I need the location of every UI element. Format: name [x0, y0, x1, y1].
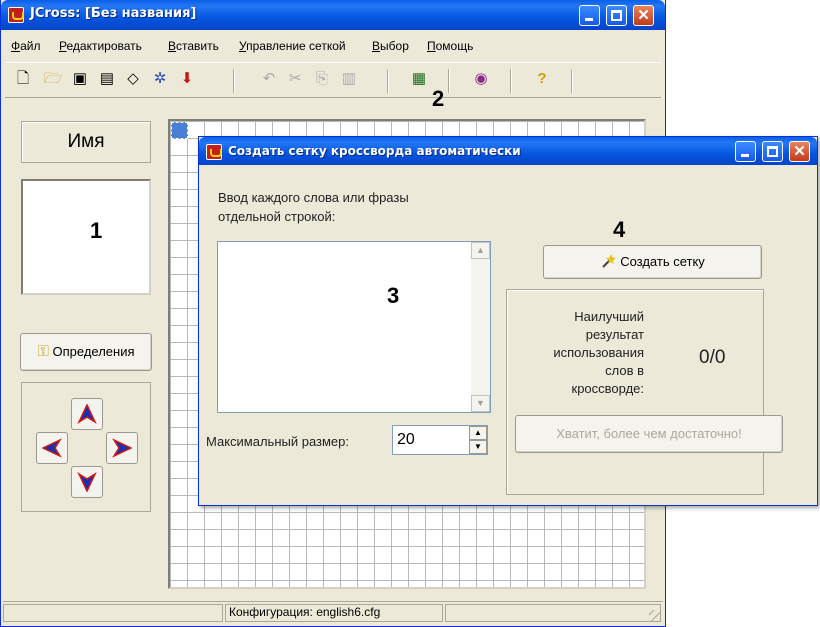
dialog-maximize-button[interactable]: [762, 141, 783, 162]
clue-box[interactable]: [21, 179, 151, 295]
menu-file[interactable]: Файл: [11, 39, 41, 53]
status-panel: [445, 604, 661, 622]
minimize-icon: [585, 18, 593, 21]
arrow-up-icon: [77, 404, 97, 424]
auto-grid-dialog: Создать сетку кроссворда автоматически ✕…: [198, 136, 818, 506]
app-icon[interactable]: [206, 144, 222, 160]
menu-help[interactable]: Помощь: [427, 39, 473, 53]
key-icon: ⚿: [37, 343, 49, 360]
spin-down-icon[interactable]: ▼: [469, 440, 487, 454]
callout-2: 2: [432, 86, 445, 111]
callout-4: 4: [613, 217, 626, 242]
arrow-left-button[interactable]: [36, 432, 68, 464]
max-size-label: Максимальный размер:: [206, 434, 350, 449]
callout-3: 3: [387, 283, 400, 308]
resize-grip-icon[interactable]: [649, 610, 661, 622]
scroll-up-icon[interactable]: ▲: [471, 242, 490, 259]
toolbar-separator: [233, 69, 235, 93]
definitions-button[interactable]: ⚿ Определения: [20, 333, 152, 371]
auto-fill-icon[interactable]: ✲: [150, 69, 170, 89]
close-icon: ✕: [793, 143, 806, 160]
callout-1: 1: [90, 218, 103, 243]
menu-select[interactable]: Выбор: [372, 39, 409, 53]
words-scrollbar[interactable]: ▲ ▼: [471, 242, 490, 412]
copy-icon[interactable]: ⎘: [312, 69, 332, 89]
grid-icon[interactable]: ▦: [409, 69, 429, 89]
save-as-icon[interactable]: ▤: [97, 69, 117, 89]
toolbar-separator: [448, 69, 450, 93]
menu-insert[interactable]: Вставить: [168, 39, 219, 53]
maximize-button[interactable]: [606, 5, 627, 26]
arrow-up-button[interactable]: [71, 398, 103, 430]
name-label: Имя: [21, 121, 151, 163]
create-grid-button[interactable]: Создать сетку: [543, 245, 762, 279]
status-config: Конфигурация: english6.cfg: [229, 605, 381, 619]
dialog-title: Создать сетку кроссворда автоматически: [228, 144, 521, 158]
erase-icon[interactable]: ◇: [123, 69, 143, 89]
save-icon[interactable]: ▣: [70, 69, 90, 89]
toolbar-separator: [387, 69, 389, 93]
close-button[interactable]: ✕: [633, 5, 654, 26]
best-result-value: 0/0: [699, 347, 726, 368]
arrow-right-button[interactable]: [106, 432, 138, 464]
dialog-close-button[interactable]: ✕: [789, 141, 810, 162]
open-icon[interactable]: 🗁: [43, 69, 63, 89]
toolbar-separator: [510, 69, 512, 93]
create-grid-label: Создать сетку: [620, 254, 705, 269]
help-icon[interactable]: ?: [532, 69, 552, 89]
arrow-down-button[interactable]: [71, 466, 103, 498]
minimize-icon: [741, 154, 749, 157]
magic-wand-icon: [602, 254, 617, 268]
status-panel: [3, 604, 223, 622]
new-icon[interactable]: 🗋: [13, 69, 33, 89]
words-input[interactable]: [217, 241, 491, 413]
minimize-button[interactable]: [579, 5, 600, 26]
undo-icon[interactable]: ↶: [259, 69, 279, 89]
menu-edit[interactable]: Редактировать: [59, 39, 142, 53]
maximize-icon: [767, 146, 778, 157]
maximize-icon: [611, 10, 622, 21]
arrow-left-icon: [42, 438, 62, 458]
paste-icon[interactable]: ▥: [339, 69, 359, 89]
main-window-title: JCross: [Без названия]: [30, 6, 197, 21]
close-icon: ✕: [637, 7, 650, 24]
dialog-title-bar[interactable]: Создать сетку кроссворда автоматически ✕: [199, 137, 817, 165]
toolbar: 🗋 🗁 ▣ ▤ ◇ ✲ ⬇ ↶ ✂ ⎘ ▥ ▦ ◉ ?: [5, 62, 661, 98]
main-title-bar[interactable]: JCross: [Без названия] ✕: [1, 0, 665, 30]
arrow-down-icon: [77, 472, 97, 492]
palette-icon[interactable]: ◉: [471, 69, 491, 89]
cut-icon[interactable]: ✂: [285, 69, 305, 89]
menu-grid-control[interactable]: Управление сеткой: [239, 39, 346, 53]
dialog-minimize-button[interactable]: [735, 141, 756, 162]
spin-up-icon[interactable]: ▲: [469, 426, 487, 440]
toolbar-separator: [571, 69, 573, 93]
arrow-pad: [21, 382, 151, 512]
definitions-button-label: Определения: [52, 344, 135, 359]
selected-cell[interactable]: [171, 122, 188, 139]
enough-button[interactable]: Хватит, более чем достаточно!: [515, 415, 783, 453]
scroll-down-icon[interactable]: ▼: [471, 395, 490, 412]
pin-icon[interactable]: ⬇: [177, 69, 197, 89]
best-result-label: Наилучший результат использования слов в…: [553, 309, 644, 396]
app-icon[interactable]: [8, 7, 24, 23]
arrow-right-icon: [112, 438, 132, 458]
words-instruction: Ввод каждого слова или фразы отдельной с…: [218, 190, 409, 224]
max-size-stepper[interactable]: ▲ ▼: [469, 426, 487, 454]
